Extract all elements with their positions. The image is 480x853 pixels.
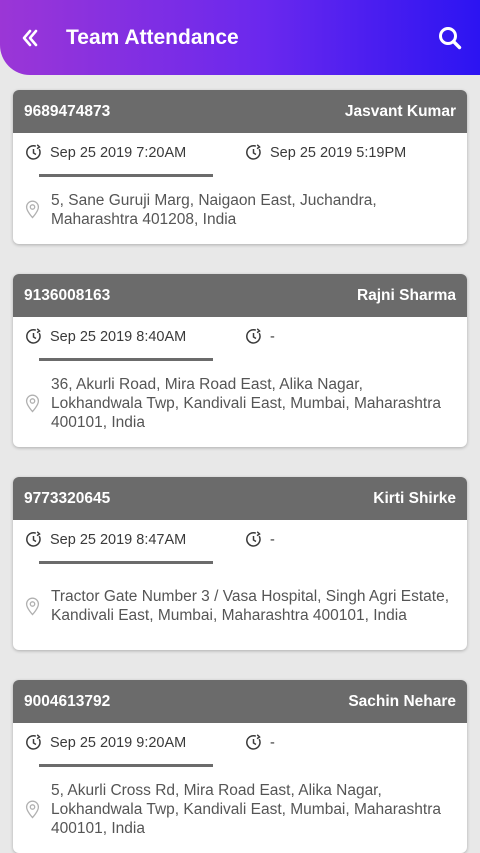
employee-name: Jasvant Kumar <box>344 102 456 120</box>
check-in-time: Sep 25 2019 7:20AM <box>50 144 187 161</box>
check-out-time: - <box>270 734 275 751</box>
check-in-time: Sep 25 2019 8:40AM <box>50 328 187 345</box>
search-button[interactable] <box>434 22 466 54</box>
page-title: Team Attendance <box>66 26 239 49</box>
check-in: Sep 25 2019 7:20AM <box>25 144 186 161</box>
address-text: Tractor Gate Number 3 / Vasa Hospital, S… <box>51 588 450 624</box>
time-row: Sep 25 2019 9:20AM - <box>13 723 467 767</box>
check-in-time: Sep 25 2019 9:20AM <box>50 734 187 751</box>
employee-name: Sachin Nehare <box>348 692 456 710</box>
clock-icon <box>246 144 261 160</box>
time-row: Sep 25 2019 8:40AM - <box>13 317 467 361</box>
time-row: Sep 25 2019 7:20AM Sep 25 2019 5:19PM <box>13 133 467 177</box>
attendance-card[interactable]: 9136008163 Rajni Sharma Sep 25 2019 8:40… <box>13 274 467 447</box>
location-pin-icon <box>25 394 40 412</box>
attendance-card[interactable]: 9689474873 Jasvant Kumar Sep 25 2019 7:2… <box>13 90 467 244</box>
clock-icon <box>246 328 261 344</box>
time-row: Sep 25 2019 8:47AM - <box>13 520 467 564</box>
card-header: 9689474873 Jasvant Kumar <box>13 90 467 133</box>
employee-phone: 9136008163 <box>24 286 111 304</box>
app-screen: Team Attendance 9689474873 Jasvant Kumar… <box>0 0 480 853</box>
clock-icon <box>26 328 41 344</box>
attendance-card[interactable]: 9773320645 Kirti Shirke Sep 25 2019 8:47… <box>13 477 467 650</box>
location-pin-icon <box>25 200 40 219</box>
employee-phone: 9004613792 <box>24 692 111 710</box>
employee-name: Kirti Shirke <box>373 489 456 507</box>
clock-icon <box>26 531 41 547</box>
check-out: Sep 25 2019 5:19PM <box>245 144 406 161</box>
check-out: - <box>245 734 275 751</box>
location-pin-icon <box>25 800 40 818</box>
clock-icon <box>26 734 41 750</box>
clock-icon <box>26 144 41 160</box>
clock-icon <box>246 734 261 750</box>
attendance-card[interactable]: 9004613792 Sachin Nehare Sep 25 2019 9:2… <box>13 680 467 853</box>
address-row: 36, Akurli Road, Mira Road East, Alika N… <box>13 359 467 447</box>
address-row: 5, Akurli Cross Rd, Mira Road East, Alik… <box>13 765 467 853</box>
employee-phone: 9689474873 <box>24 102 111 120</box>
check-out-time: Sep 25 2019 5:19PM <box>270 144 407 161</box>
check-in: Sep 25 2019 9:20AM <box>25 734 186 751</box>
card-header: 9773320645 Kirti Shirke <box>13 477 467 520</box>
card-header: 9004613792 Sachin Nehare <box>13 680 467 723</box>
check-in-time: Sep 25 2019 8:47AM <box>50 531 187 548</box>
check-in: Sep 25 2019 8:40AM <box>25 328 186 345</box>
employee-phone: 9773320645 <box>24 489 111 507</box>
check-out-time: - <box>270 531 275 548</box>
location-pin-icon <box>25 597 40 615</box>
address-text: 5, Sane Guruji Marg, Naigaon East, Jucha… <box>51 191 377 228</box>
clock-icon <box>246 531 261 547</box>
address-row: 5, Sane Guruji Marg, Naigaon East, Jucha… <box>13 175 467 244</box>
search-icon <box>439 27 462 50</box>
app-header: Team Attendance <box>0 0 480 75</box>
address-text: 36, Akurli Road, Mira Road East, Alika N… <box>51 375 442 431</box>
check-out: - <box>245 328 275 345</box>
back-button[interactable] <box>14 22 46 54</box>
check-in: Sep 25 2019 8:47AM <box>25 531 186 548</box>
check-out: - <box>245 531 275 548</box>
check-out-time: - <box>270 328 275 345</box>
address-row: Tractor Gate Number 3 / Vasa Hospital, S… <box>13 562 467 650</box>
card-header: 9136008163 Rajni Sharma <box>13 274 467 317</box>
address-text: 5, Akurli Cross Rd, Mira Road East, Alik… <box>51 781 442 837</box>
employee-name: Rajni Sharma <box>356 286 456 304</box>
double-chevron-left-icon <box>22 29 38 47</box>
